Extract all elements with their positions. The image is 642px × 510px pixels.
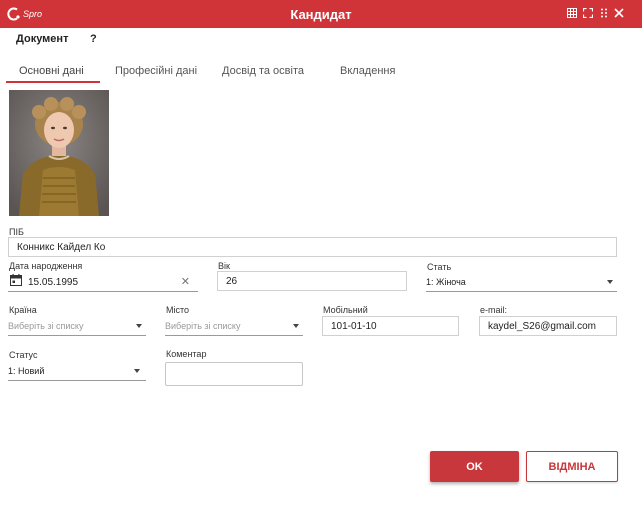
full-name-input[interactable]: Конникс Кайдел Ко: [8, 237, 617, 257]
gender-value: 1: Жіноча: [426, 277, 466, 287]
grid-button[interactable]: [565, 6, 579, 20]
more-button[interactable]: [597, 6, 611, 20]
age-input[interactable]: 26: [217, 271, 407, 291]
email-input[interactable]: kaydel_S26@gmail.com: [479, 316, 617, 336]
country-label: Країна: [9, 305, 37, 315]
candidate-portrait: [9, 90, 109, 216]
tab-attachments[interactable]: Вкладення: [340, 65, 395, 77]
email-label: e-mail:: [480, 305, 508, 315]
full-name-label: ПІБ: [9, 227, 24, 237]
menu-help[interactable]: ?: [90, 33, 97, 45]
city-placeholder: Виберіть зі списку: [165, 321, 241, 331]
tab-main-data[interactable]: Основні дані: [19, 65, 84, 77]
gender-label: Стать: [427, 262, 452, 272]
mobile-label: Мобільний: [323, 305, 368, 315]
country-select[interactable]: Виберіть зі списку: [8, 316, 146, 336]
mobile-input[interactable]: 101-01-10: [322, 316, 459, 336]
tab-experience-education[interactable]: Досвід та освіта: [222, 65, 304, 77]
status-label: Статус: [9, 350, 38, 360]
expand-button[interactable]: [581, 6, 595, 20]
chevron-down-icon: [136, 324, 142, 328]
status-value: 1: Новий: [8, 366, 45, 376]
gender-select[interactable]: 1: Жіноча: [426, 272, 617, 292]
birth-date-value: 15.05.1995: [28, 277, 79, 288]
comment-label: Коментар: [166, 349, 207, 359]
ok-button[interactable]: OK: [430, 451, 519, 482]
active-tab-indicator: [6, 81, 100, 83]
clear-icon[interactable]: ✕: [181, 275, 190, 288]
age-label: Вік: [218, 261, 230, 271]
menu-document[interactable]: Документ: [16, 33, 68, 45]
status-select[interactable]: 1: Новий: [8, 361, 146, 381]
comment-textarea[interactable]: [165, 362, 303, 386]
chevron-down-icon: [293, 324, 299, 328]
chevron-down-icon: [134, 369, 140, 373]
birth-date-label: Дата народження: [9, 261, 83, 271]
expand-icon: [583, 8, 593, 18]
birth-date-field[interactable]: 15.05.1995 ✕: [8, 272, 198, 292]
close-icon: [614, 8, 624, 18]
close-button[interactable]: [612, 6, 626, 20]
tab-professional-data[interactable]: Професійні дані: [115, 65, 197, 77]
grid-icon: [567, 8, 577, 18]
more-dots-icon: [601, 8, 607, 18]
window-title: Кандидат: [290, 7, 352, 22]
candidate-photo[interactable]: [9, 90, 109, 216]
cancel-button[interactable]: ВІДМІНА: [526, 451, 618, 482]
city-label: Місто: [166, 305, 190, 315]
city-select[interactable]: Виберіть зі списку: [165, 316, 303, 336]
country-placeholder: Виберіть зі списку: [8, 321, 84, 331]
chevron-down-icon: [607, 280, 613, 284]
title-bar: Spro Кандидат: [0, 0, 642, 28]
calendar-icon[interactable]: [10, 274, 22, 286]
